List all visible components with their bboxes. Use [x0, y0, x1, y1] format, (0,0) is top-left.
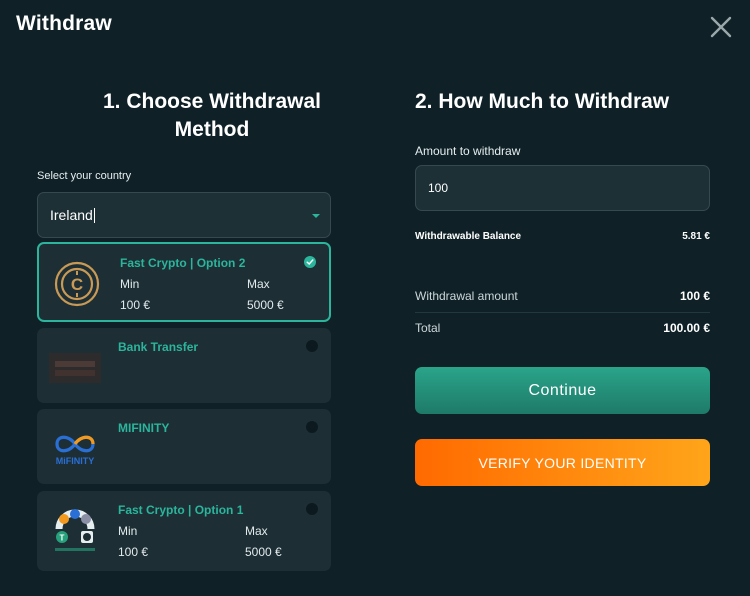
text-cursor: [93, 207, 95, 223]
max-value: 5000 €: [245, 545, 282, 559]
dialog-title: Withdraw: [16, 12, 112, 35]
continue-button[interactable]: Continue: [415, 367, 710, 414]
method-name: Fast Crypto | Option 1: [118, 503, 244, 517]
withdrawal-amount-row: Withdrawal amount 100 €: [415, 289, 710, 303]
unselected-radio[interactable]: [306, 421, 318, 433]
infinity-icon: [55, 435, 95, 452]
total-row: Total 100.00 €: [415, 321, 710, 335]
mifinity-logo-text: MiFINITY: [55, 455, 95, 466]
country-select[interactable]: Ireland: [37, 192, 331, 238]
max-value: 5000 €: [247, 298, 284, 312]
crypto-coin-icon: C: [51, 258, 103, 310]
balance-value: 5.81 €: [682, 231, 710, 242]
withdrawal-amount-value: 100 €: [679, 289, 710, 303]
unselected-radio[interactable]: [306, 340, 318, 352]
divider: [415, 312, 710, 313]
amount-input[interactable]: [415, 165, 710, 211]
method-name: MIFINITY: [118, 421, 170, 435]
withdrawal-amount-label: Withdrawal amount: [415, 289, 518, 303]
balance-label: Withdrawable Balance: [415, 231, 522, 242]
total-label: Total: [415, 321, 441, 335]
method-fast-crypto-option-1[interactable]: T Fast Crypto | Option 1 Min Max 100 € 5…: [37, 491, 331, 571]
how-much-heading: 2. How Much to Withdraw: [415, 90, 670, 113]
min-value: 100 €: [120, 298, 151, 312]
selected-radio[interactable]: [304, 256, 316, 268]
min-label: Min: [118, 524, 138, 538]
method-name: Fast Crypto | Option 2: [120, 256, 246, 270]
method-name: Bank Transfer: [118, 340, 199, 354]
close-icon: [710, 16, 732, 38]
chevron-down-icon: [312, 214, 320, 218]
method-mifinity[interactable]: MiFINITY MIFINITY: [37, 409, 331, 484]
check-icon: [306, 259, 314, 265]
min-label: Min: [120, 277, 140, 291]
bank-transfer-logo: [49, 342, 101, 394]
max-label: Max: [245, 524, 268, 538]
total-value: 100.00 €: [663, 321, 710, 335]
max-label: Max: [247, 277, 270, 291]
method-fast-crypto-option-2[interactable]: C Fast Crypto | Option 2 Min Max 100 € 5…: [37, 242, 331, 322]
withdrawable-balance-row: Withdrawable Balance 5.81 €: [415, 231, 710, 242]
country-value: Ireland: [50, 207, 93, 223]
unselected-radio[interactable]: [306, 503, 318, 515]
method-bank-transfer[interactable]: Bank Transfer: [37, 328, 331, 403]
amount-label: Amount to withdraw: [415, 144, 521, 158]
mifinity-logo: MiFINITY: [49, 423, 101, 475]
verify-identity-button[interactable]: VERIFY YOUR IDENTITY: [415, 439, 710, 486]
min-value: 100 €: [118, 545, 149, 559]
svg-text:C: C: [71, 275, 83, 294]
country-label: Select your country: [37, 170, 132, 182]
crypto-coins-cluster-icon: T: [49, 505, 101, 557]
svg-text:T: T: [60, 534, 65, 543]
close-button[interactable]: [708, 14, 734, 40]
choose-method-heading: 1. Choose Withdrawal Method: [102, 90, 321, 141]
